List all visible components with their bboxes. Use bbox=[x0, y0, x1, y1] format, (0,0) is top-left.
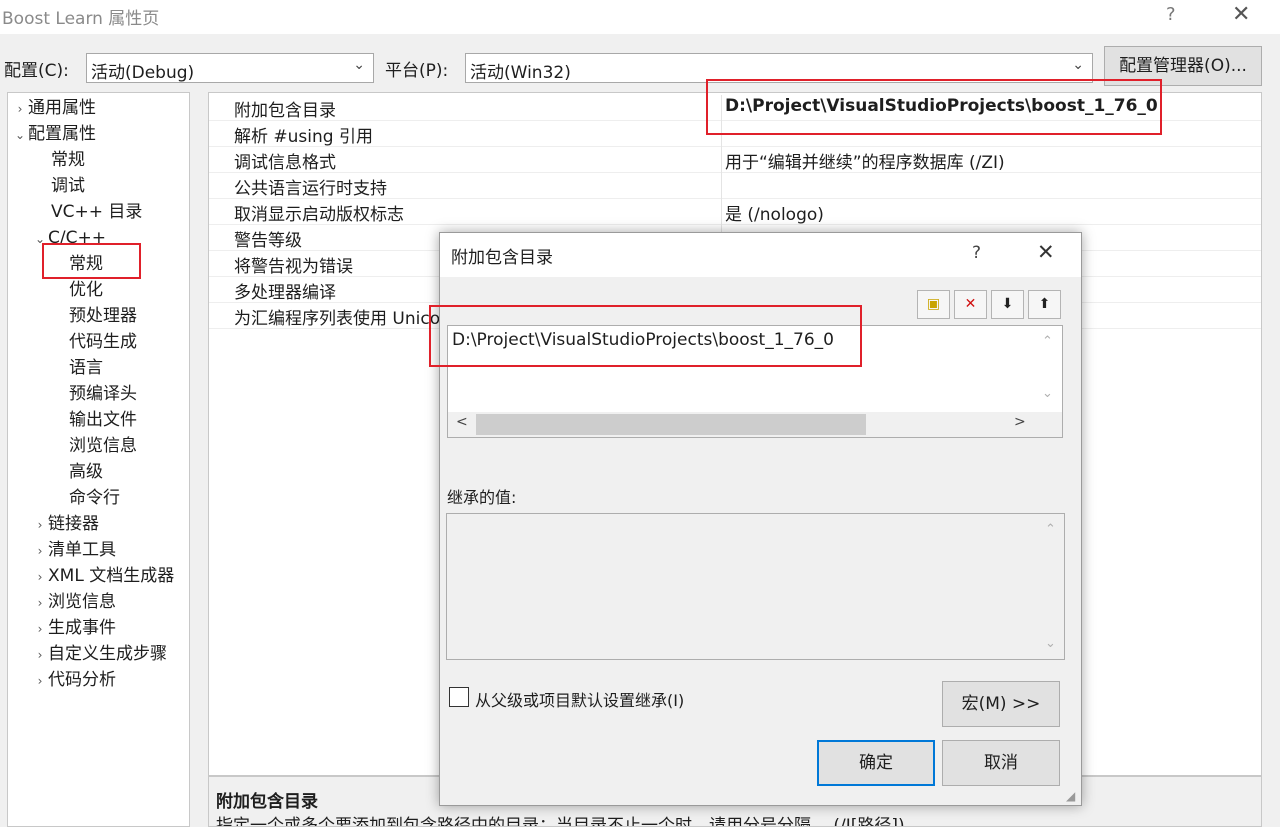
tree-item-optimization[interactable]: 优化 bbox=[69, 277, 103, 303]
tree-item-code-generation[interactable]: 代码生成 bbox=[69, 329, 137, 355]
tree-item-debugging[interactable]: 调试 bbox=[51, 173, 85, 199]
chevron-down-icon: ⌄ bbox=[353, 57, 365, 73]
property-row[interactable]: 公共语言运行时支持 bbox=[209, 173, 1261, 199]
config-value: 活动(Debug) bbox=[91, 63, 195, 83]
tree-item-command-line[interactable]: 命令行 bbox=[69, 485, 120, 511]
platform-value: 活动(Win32) bbox=[470, 63, 571, 83]
chevron-right-icon[interactable]: › bbox=[32, 590, 48, 616]
tree-item-language[interactable]: 语言 bbox=[69, 355, 103, 381]
help-icon[interactable]: ? bbox=[1166, 4, 1176, 25]
tree-item-browse-information[interactable]: › 浏览信息 bbox=[32, 589, 116, 615]
config-select[interactable]: 活动(Debug) ⌄ bbox=[86, 53, 374, 83]
chevron-down-icon[interactable]: ⌄ bbox=[12, 122, 28, 148]
tree-item-custom-build-step[interactable]: › 自定义生成步骤 bbox=[32, 641, 167, 667]
property-row[interactable]: 调试信息格式 用于“编辑并继续”的程序数据库 (/ZI) bbox=[209, 147, 1261, 173]
close-icon[interactable]: ✕ bbox=[1232, 2, 1250, 27]
window-title: Boost Learn 属性页 bbox=[2, 9, 160, 29]
scroll-right-icon[interactable]: > bbox=[1014, 414, 1026, 430]
inherit-checkbox-label[interactable]: 从父级或项目默认设置继承(I) bbox=[475, 687, 684, 711]
scroll-up-icon[interactable]: ⌃ bbox=[1042, 334, 1053, 349]
inherited-values-label: 继承的值: bbox=[447, 488, 517, 507]
config-label: 配置(C): bbox=[4, 61, 69, 81]
highlight-box bbox=[706, 79, 1162, 135]
property-tree[interactable]: › 通用属性 ⌄ 配置属性 常规 调试 VC++ 目录 ⌄ C/C++ 常规 优化 预… bbox=[7, 92, 190, 827]
ok-button[interactable]: 确定 bbox=[817, 740, 935, 786]
tree-item-config-properties[interactable]: ⌄ 配置属性 bbox=[12, 121, 96, 147]
chevron-right-icon[interactable]: › bbox=[12, 96, 28, 122]
scroll-down-icon[interactable]: ⌄ bbox=[1045, 636, 1056, 651]
scrollbar-thumb[interactable] bbox=[476, 414, 866, 435]
platform-label: 平台(P): bbox=[385, 61, 449, 81]
scroll-up-icon[interactable]: ⌃ bbox=[1045, 522, 1056, 537]
tree-item-build-events[interactable]: › 生成事件 bbox=[32, 615, 116, 641]
tree-item-general[interactable]: 常规 bbox=[51, 147, 85, 173]
description-title: 附加包含目录 bbox=[216, 792, 318, 812]
tree-item-preprocessor[interactable]: 预处理器 bbox=[69, 303, 137, 329]
chevron-right-icon[interactable]: › bbox=[32, 512, 48, 538]
chevron-right-icon[interactable]: › bbox=[32, 668, 48, 694]
tree-item-xml-doc-generator[interactable]: › XML 文档生成器 bbox=[32, 563, 175, 590]
close-icon[interactable]: ✕ bbox=[1037, 240, 1055, 264]
include-dirs-dialog: 附加包含目录 ? ✕ ▣ ✕ ⬇ ⬆ D:\Project\VisualStud… bbox=[429, 232, 1082, 806]
tree-item-browse-info[interactable]: 浏览信息 bbox=[69, 433, 137, 459]
inherit-checkbox[interactable] bbox=[449, 687, 469, 707]
tree-item-common-properties[interactable]: › 通用属性 bbox=[12, 95, 96, 121]
horizontal-scrollbar[interactable]: < > bbox=[448, 412, 1062, 437]
description-text: 指定一个或多个要添加到包含路径中的目录；当目录不止一个时，请用分号分隔。 (/I… bbox=[216, 816, 905, 827]
new-line-icon[interactable]: ▣ bbox=[917, 290, 950, 319]
chevron-right-icon[interactable]: › bbox=[32, 642, 48, 668]
inherited-values-box: ⌃ ⌄ bbox=[446, 513, 1065, 660]
scroll-down-icon[interactable]: ⌄ bbox=[1042, 386, 1053, 401]
macros-button[interactable]: 宏(M) >> bbox=[942, 681, 1060, 727]
chevron-right-icon[interactable]: › bbox=[32, 538, 48, 564]
scroll-left-icon[interactable]: < bbox=[456, 414, 468, 430]
move-down-icon[interactable]: ⬇ bbox=[991, 290, 1024, 319]
highlight-box bbox=[42, 243, 141, 279]
chevron-right-icon[interactable]: › bbox=[32, 616, 48, 642]
tree-item-manifest-tool[interactable]: › 清单工具 bbox=[32, 537, 116, 563]
tree-item-vc-directories[interactable]: VC++ 目录 bbox=[51, 199, 142, 225]
highlight-box bbox=[429, 305, 862, 367]
delete-icon[interactable]: ✕ bbox=[954, 290, 987, 319]
tree-item-code-analysis[interactable]: › 代码分析 bbox=[32, 667, 116, 693]
dialog-title: 附加包含目录 bbox=[451, 248, 553, 268]
tree-item-advanced[interactable]: 高级 bbox=[69, 459, 103, 485]
chevron-right-icon[interactable]: › bbox=[32, 564, 48, 590]
title-bar: Boost Learn 属性页 ? ✕ bbox=[0, 0, 1280, 34]
tree-item-output-files[interactable]: 输出文件 bbox=[69, 407, 137, 433]
cancel-button[interactable]: 取消 bbox=[942, 740, 1060, 786]
move-up-icon[interactable]: ⬆ bbox=[1028, 290, 1061, 319]
tree-item-linker[interactable]: › 链接器 bbox=[32, 511, 99, 537]
property-row[interactable]: 取消显示启动版权标志是 (/nologo) bbox=[209, 199, 1261, 225]
resize-grip-icon[interactable]: ◢ bbox=[1066, 789, 1075, 803]
help-icon[interactable]: ? bbox=[972, 243, 981, 263]
dialog-title-bar: 附加包含目录 ? ✕ bbox=[440, 233, 1081, 277]
chevron-down-icon: ⌄ bbox=[1072, 57, 1084, 73]
tree-item-precompiled-headers[interactable]: 预编译头 bbox=[69, 381, 137, 407]
